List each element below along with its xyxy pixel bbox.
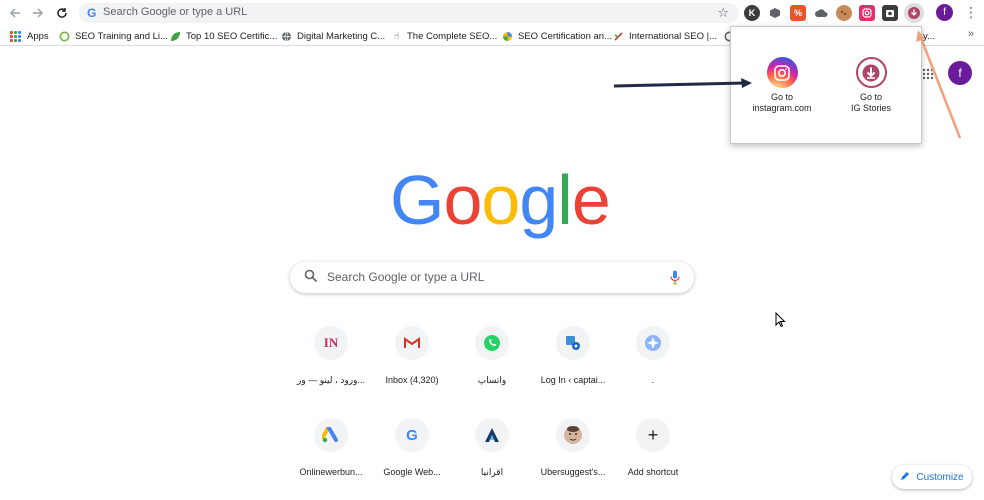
shortcut-label: Inbox (4,320)	[385, 375, 439, 385]
mouse-cursor-icon	[775, 311, 786, 332]
add-shortcut-button[interactable]: + Add shortcut	[613, 418, 693, 477]
three-dots-icon[interactable]: ⋮	[964, 4, 978, 20]
shortcut-tile[interactable]: Ubersuggest's...	[533, 418, 613, 477]
hand-pointer-icon: ☝	[393, 30, 400, 41]
bookmark-label: Top 10 SEO Certific...	[186, 30, 278, 42]
bookmark-label: SEO Certification an...	[518, 30, 612, 42]
popup-label-line1: Go to	[770, 92, 793, 102]
bookmark-complete-seo[interactable]: ☝ The Complete SEO...	[391, 29, 498, 43]
google-logo: Google	[390, 160, 611, 240]
go-to-ig-stories-button[interactable]: Go to IG Stories	[826, 57, 916, 114]
arrow-right-icon[interactable]	[30, 5, 46, 21]
shortcut-label: Add shortcut	[627, 467, 679, 477]
bookmark-label: International SEO |...	[629, 30, 718, 42]
bookmark-international-seo[interactable]: International SEO |...	[613, 29, 717, 43]
gmail-icon	[395, 326, 429, 360]
customize-button[interactable]: Customize	[892, 465, 972, 489]
star-icon[interactable]: ☆	[717, 5, 729, 21]
popup-label-line1: Go to	[859, 92, 882, 102]
logo-letter: o	[481, 161, 520, 239]
download-arrow-icon	[855, 57, 887, 88]
shortcut-label: اقرانیا	[480, 467, 504, 477]
avatar-face-icon	[556, 418, 590, 452]
logo-letter: e	[571, 161, 611, 239]
arrow-left-icon[interactable]	[7, 5, 23, 21]
bookmark-label: Apps	[27, 30, 49, 42]
search-icon	[304, 269, 318, 288]
ntp-profile-avatar[interactable]: f	[948, 61, 972, 85]
bookmark-top10-seo[interactable]: Top 10 SEO Certific...	[170, 29, 277, 43]
bookmark-digital-marketing[interactable]: Digital Marketing C...	[281, 29, 385, 43]
cube-extension-icon[interactable]	[767, 5, 783, 21]
whatsapp-icon	[475, 326, 509, 360]
shortcut-label: .	[651, 375, 655, 385]
popup-label-line2: IG Stories	[850, 103, 891, 113]
bookmark-partial-label[interactable]: y...	[923, 29, 935, 43]
pencil-icon	[900, 471, 910, 484]
site-icon	[556, 326, 590, 360]
customize-label: Customize	[916, 471, 964, 483]
bookmark-seo-certification[interactable]: SEO Certification an...	[502, 29, 612, 43]
omnibox-text: Search Google or type a URL	[103, 6, 248, 18]
search-input[interactable]: Search Google or type a URL	[290, 262, 694, 293]
omnibox[interactable]: G Search Google or type a URL ☆	[79, 3, 739, 23]
shortcut-label: Onlinewerbun...	[299, 467, 363, 477]
bookmark-label: The Complete SEO...	[407, 30, 498, 42]
ig-download-extension-icon[interactable]	[904, 3, 924, 23]
k-extension-icon[interactable]: K	[744, 5, 760, 21]
circle-icon	[59, 31, 70, 42]
leaf-icon	[170, 31, 181, 42]
shortcut-tile[interactable]: واتساپ	[452, 326, 532, 386]
bookmark-apps[interactable]: Apps	[10, 29, 49, 43]
arrows-icon	[613, 31, 624, 42]
go-to-instagram-button[interactable]: Go to instagram.com	[737, 57, 827, 114]
in-logo-icon: IN	[314, 326, 348, 360]
instagram-extension-icon[interactable]	[859, 5, 875, 21]
shortcut-tile[interactable]: G Google Web...	[372, 418, 452, 477]
shortcut-tile[interactable]: .	[613, 326, 693, 385]
shortcut-tile[interactable]: Onlinewerbun...	[291, 418, 371, 477]
logo-letter: g	[519, 161, 558, 239]
apps-grid-icon	[10, 30, 21, 42]
shortcut-tile[interactable]: IN ورود ، لينو — ور...	[291, 326, 371, 386]
bookmark-seo-training[interactable]: SEO Training and Li...	[59, 29, 168, 43]
google-ads-icon	[314, 418, 348, 452]
percent-extension-icon[interactable]: %	[790, 5, 806, 21]
popup-label-line2: instagram.com	[752, 103, 812, 113]
logo-letter: G	[390, 161, 444, 239]
shortcut-label: Log In ‹ captai...	[540, 375, 606, 385]
cookie-extension-icon[interactable]	[836, 5, 852, 21]
apps-grid-icon[interactable]	[922, 67, 934, 85]
camera-extension-icon[interactable]	[882, 5, 898, 21]
shortcut-tile[interactable]: Inbox (4,320)	[372, 326, 452, 385]
double-chevron-right-icon[interactable]: »	[968, 28, 974, 40]
browser-toolbar: G Search Google or type a URL ☆ K % f ⋮	[0, 0, 984, 26]
plus-icon: +	[636, 418, 670, 452]
search-placeholder: Search Google or type a URL	[327, 270, 485, 284]
colorful-ball-icon	[502, 31, 513, 42]
shortcut-tile[interactable]: Log In ‹ captai...	[533, 326, 613, 385]
instagram-icon	[766, 57, 798, 88]
microphone-icon[interactable]	[670, 270, 680, 290]
google-g-icon: G	[87, 6, 97, 20]
a-logo-icon	[475, 418, 509, 452]
shortcut-label: ورود ، لينو — ور...	[297, 375, 365, 385]
bookmark-label: SEO Training and Li...	[75, 30, 168, 42]
cloud-extension-icon[interactable]	[813, 5, 829, 21]
shortcut-label: واتساپ	[477, 375, 507, 385]
bookmark-label: y...	[923, 30, 935, 42]
logo-letter: l	[557, 161, 573, 239]
bookmark-label: Digital Marketing C...	[297, 30, 386, 42]
shortcut-label: Ubersuggest's...	[540, 467, 606, 477]
shortcut-tile[interactable]: اقرانیا	[452, 418, 532, 478]
logo-letter: o	[443, 161, 482, 239]
reload-icon[interactable]	[54, 5, 70, 21]
google-g-icon: G	[395, 418, 429, 452]
profile-avatar[interactable]: f	[936, 4, 953, 21]
globe-icon	[281, 31, 292, 42]
compass-icon	[636, 326, 670, 360]
shortcut-label: Google Web...	[383, 467, 441, 477]
extension-popup: Go to instagram.com Go to IG Stories	[730, 26, 922, 144]
